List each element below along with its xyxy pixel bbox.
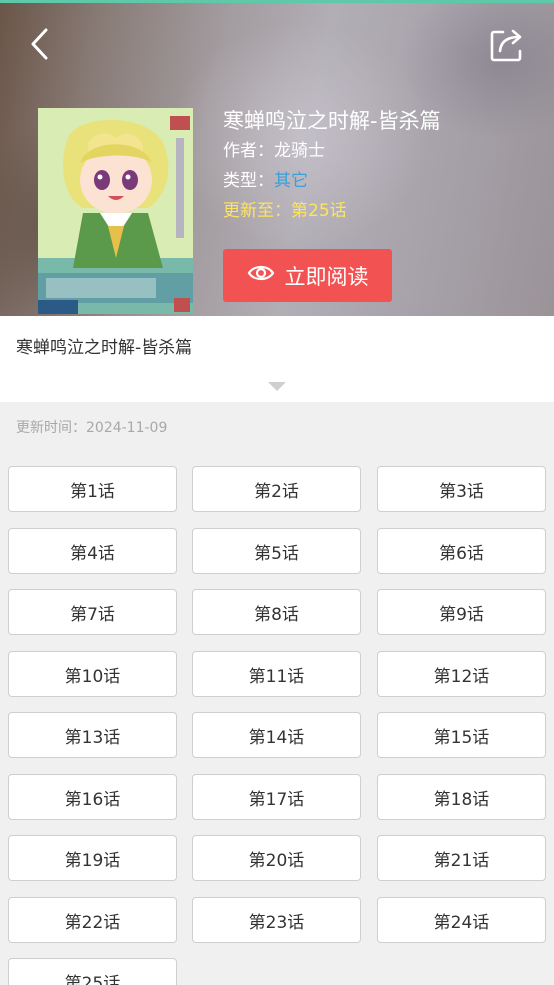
chapter-button[interactable]: 第12话 — [377, 651, 546, 697]
chevron-left-icon — [29, 27, 51, 65]
chapter-button[interactable]: 第20话 — [192, 835, 361, 881]
comic-title: 寒蝉鸣泣之时解-皆杀篇 — [223, 109, 441, 133]
chapter-button[interactable]: 第25话 — [8, 958, 177, 985]
author-name[interactable]: 龙骑士 — [274, 141, 325, 161]
update-time: 更新时间：2024-11-09 — [16, 420, 168, 436]
triangle-down-icon[interactable] — [268, 377, 286, 391]
chapter-button[interactable]: 第6话 — [377, 528, 546, 574]
share-icon — [489, 27, 525, 67]
chapter-button[interactable]: 第11话 — [192, 651, 361, 697]
latest-chapter: 第25话 — [291, 201, 347, 221]
update-label: 更新至： — [223, 201, 291, 221]
chapter-button[interactable]: 第21话 — [377, 835, 546, 881]
top-accent-line — [0, 0, 554, 3]
chapter-button[interactable]: 第15话 — [377, 712, 546, 758]
chapter-button[interactable]: 第9话 — [377, 589, 546, 635]
eye-icon — [247, 263, 275, 288]
chapter-button[interactable]: 第13话 — [8, 712, 177, 758]
description-text: 寒蝉鸣泣之时解-皆杀篇 — [16, 338, 193, 358]
chapter-button[interactable]: 第5话 — [192, 528, 361, 574]
read-now-button[interactable]: 立即阅读 — [223, 249, 392, 302]
comic-cover-image — [38, 108, 193, 314]
comic-info: 寒蝉鸣泣之时解-皆杀篇 作者：龙骑士 类型：其它 更新至：第25话 — [223, 106, 441, 226]
chapter-button[interactable]: 第1话 — [8, 466, 177, 512]
latest-update-row: 更新至：第25话 — [223, 196, 441, 226]
genre-link[interactable]: 其它 — [274, 171, 308, 191]
chapter-button[interactable]: 第2话 — [192, 466, 361, 512]
back-button[interactable] — [22, 28, 58, 64]
chapter-button[interactable]: 第24话 — [377, 897, 546, 943]
chapter-button[interactable]: 第14话 — [192, 712, 361, 758]
chapter-button[interactable]: 第18话 — [377, 774, 546, 820]
chapter-button[interactable]: 第16话 — [8, 774, 177, 820]
chapter-button[interactable]: 第19话 — [8, 835, 177, 881]
share-button[interactable] — [488, 28, 526, 66]
genre-label: 类型： — [223, 171, 274, 191]
chapter-button[interactable]: 第23话 — [192, 897, 361, 943]
chapter-button[interactable]: 第7话 — [8, 589, 177, 635]
chapter-button[interactable]: 第8话 — [192, 589, 361, 635]
chapter-button[interactable]: 第3话 — [377, 466, 546, 512]
chapter-button[interactable]: 第17话 — [192, 774, 361, 820]
author-row: 作者：龙骑士 — [223, 136, 441, 166]
chapter-button[interactable]: 第22话 — [8, 897, 177, 943]
read-now-label: 立即阅读 — [284, 264, 369, 289]
genre-row: 类型：其它 — [223, 166, 441, 196]
chapter-button[interactable]: 第10话 — [8, 651, 177, 697]
chapter-button[interactable]: 第4话 — [8, 528, 177, 574]
author-label: 作者： — [223, 141, 274, 161]
